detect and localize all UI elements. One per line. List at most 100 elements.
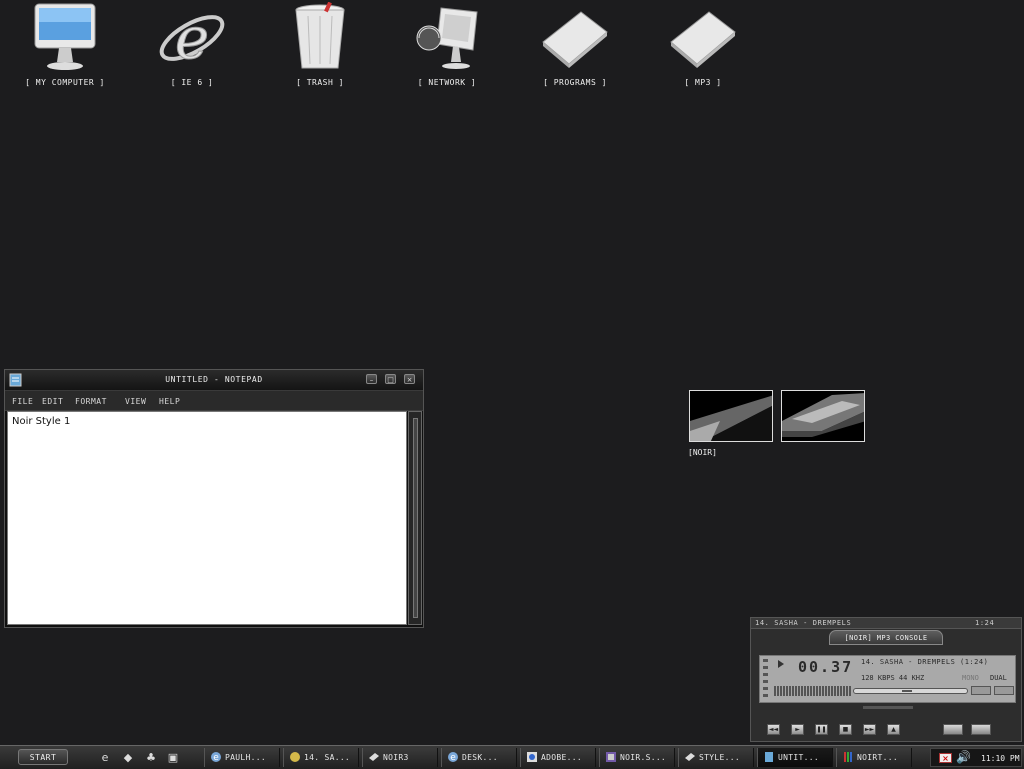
desktop-icon-label: [ IE 6 ] — [170, 78, 214, 87]
menu-view[interactable]: VIEW — [125, 397, 146, 406]
taskbar-button-label: NOIR3 — [383, 753, 409, 762]
playlist-button[interactable] — [994, 686, 1014, 695]
taskbar-button[interactable]: STYLE... — [678, 748, 754, 767]
play-state-icon — [778, 660, 784, 668]
paint-icon — [844, 752, 852, 762]
seek-bar[interactable] — [853, 688, 968, 694]
mp3-top-track: 14. SASHA - DREMPELS — [755, 619, 852, 627]
pause-icon: ❚❚ — [816, 726, 827, 733]
scrollbar-track[interactable] — [413, 418, 418, 618]
display-indicator-dots — [763, 659, 768, 699]
taskbar-button-label: DESK... — [462, 753, 498, 762]
minimize-button[interactable]: – — [366, 374, 377, 384]
notepad-icon — [765, 752, 773, 762]
prev-button[interactable]: ◄◄ — [767, 724, 780, 735]
volume-icon[interactable]: 🔊 — [956, 750, 971, 764]
taskbar-button-label: STYLE... — [699, 753, 740, 762]
taskbar-button[interactable]: NOIR3 — [362, 748, 438, 767]
mp3-console-window[interactable]: 14. SASHA - DREMPELS 1:24 [NOIR] MP3 CON… — [750, 617, 1022, 742]
desktop-icon-ie6[interactable]: e [ IE 6 ] — [137, 0, 247, 92]
volume-slider[interactable] — [863, 706, 913, 709]
next-button[interactable]: ►► — [863, 724, 876, 735]
network-icon — [416, 7, 478, 69]
image-icon — [606, 752, 616, 762]
mp3-top-bar[interactable]: 14. SASHA - DREMPELS 1:24 — [751, 618, 1021, 629]
pause-button[interactable]: ❚❚ — [815, 724, 828, 735]
adobe-icon — [527, 752, 537, 762]
taskbar-button[interactable]: ADOBE... — [520, 748, 596, 767]
bitrate-info: 128 KBPS 44 KHZ — [861, 674, 925, 682]
taskbar-button[interactable]: NOIRT... — [836, 748, 912, 767]
internet-explorer-icon: e — [448, 752, 458, 763]
prev-icon: ◄◄ — [768, 726, 779, 733]
notepad-window[interactable]: UNTITLED - NOTEPAD – □ × FILE EDIT FORMA… — [4, 369, 424, 628]
stop-icon: ■ — [842, 726, 849, 733]
equalizer-button[interactable] — [971, 686, 991, 695]
spectrum-analyzer — [774, 686, 852, 696]
notepad-menubar: FILE EDIT FORMAT VIEW HELP — [5, 391, 423, 411]
eject-button[interactable]: ▲ — [887, 724, 900, 735]
menu-format[interactable]: FORMAT — [75, 397, 107, 406]
svg-text:e: e — [450, 753, 456, 763]
menu-help[interactable]: HELP — [159, 397, 180, 406]
taskbar-button[interactable]: 14. SA... — [283, 748, 359, 767]
noir-thumbnails-label: [NOIR] — [688, 448, 717, 457]
notepad-content: Noir Style 1 — [12, 416, 71, 427]
stop-button[interactable]: ■ — [839, 724, 852, 735]
start-label: START — [29, 753, 57, 762]
maximize-button[interactable]: □ — [385, 374, 396, 384]
next-icon: ►► — [864, 726, 875, 733]
clock[interactable]: 11:10 PM — [981, 754, 1020, 763]
close-app-icon[interactable]: × — [939, 753, 952, 763]
menu-edit[interactable]: EDIT — [42, 397, 63, 406]
taskbar-button-label: NOIRT... — [857, 753, 898, 762]
notepad-text-area[interactable]: Noir Style 1 — [7, 411, 407, 625]
internet-explorer-icon[interactable]: e — [98, 751, 112, 765]
noir-thumbnail-2[interactable] — [781, 390, 865, 442]
imac-icon — [34, 3, 96, 70]
desktop-icon-mp3[interactable]: [ MP3 ] — [648, 0, 758, 92]
wallpaper-preview-1 — [690, 391, 772, 441]
folder-icon[interactable]: ◆ — [121, 751, 135, 765]
internet-explorer-icon: e — [159, 4, 225, 72]
vertical-scrollbar[interactable] — [408, 411, 422, 625]
play-icon: ► — [795, 726, 800, 733]
mono-indicator: MONO — [962, 674, 979, 682]
taskbar-button[interactable]: e DESK... — [441, 748, 517, 767]
shuffle-button[interactable] — [943, 724, 963, 735]
notepad-titlebar[interactable]: UNTITLED - NOTEPAD – □ × — [5, 370, 423, 391]
noir-thumbnail-1[interactable] — [689, 390, 773, 442]
internet-explorer-icon: e — [211, 752, 221, 763]
start-button[interactable]: START — [18, 749, 68, 765]
monitor-icon[interactable]: ▣ — [166, 751, 180, 765]
taskbar-button-label: 14. SA... — [304, 753, 351, 762]
folder-icon — [670, 11, 736, 68]
desktop-icon-trash[interactable]: [ TRASH ] — [265, 0, 375, 92]
eject-icon: ▲ — [891, 726, 896, 733]
mp3-console-title: [NOIR] MP3 CONSOLE — [844, 634, 928, 642]
network-icon[interactable]: ♣ — [144, 751, 158, 765]
taskbar-button[interactable]: e PAULH... — [204, 748, 280, 767]
desktop-icon-network[interactable]: [ NETWORK ] — [392, 0, 502, 92]
svg-text:e: e — [213, 753, 219, 763]
taskbar-button[interactable]: NOIR.S... — [599, 748, 675, 767]
menu-file[interactable]: FILE — [12, 397, 33, 406]
player-icon — [290, 752, 300, 762]
folder-icon — [369, 753, 379, 761]
taskbar-button-active[interactable]: UNTIT... — [757, 748, 833, 767]
svg-text:e: e — [175, 4, 209, 72]
wallpaper-preview-2 — [782, 391, 864, 441]
desktop-icon-label: [ MY COMPUTER ] — [25, 78, 105, 87]
taskbar: START e ◆ ♣ ▣ e PAULH... 14. SA... NOIR3… — [0, 745, 1024, 769]
desktop-icon-label: [ NETWORK ] — [417, 78, 477, 87]
track-title: 14. SASHA - DREMPELS (1:24) — [861, 658, 989, 666]
folder-icon — [685, 753, 695, 761]
play-button[interactable]: ► — [791, 724, 804, 735]
desktop-icon-label: [ MP3 ] — [684, 78, 722, 87]
mp3-top-time: 1:24 — [975, 619, 995, 627]
repeat-button[interactable] — [971, 724, 991, 735]
desktop-icon-programs[interactable]: [ PROGRAMS ] — [520, 0, 630, 92]
desktop-icon-my-computer[interactable]: [ MY COMPUTER ] — [10, 0, 120, 92]
close-button[interactable]: × — [404, 374, 415, 384]
folder-icon — [542, 11, 608, 68]
